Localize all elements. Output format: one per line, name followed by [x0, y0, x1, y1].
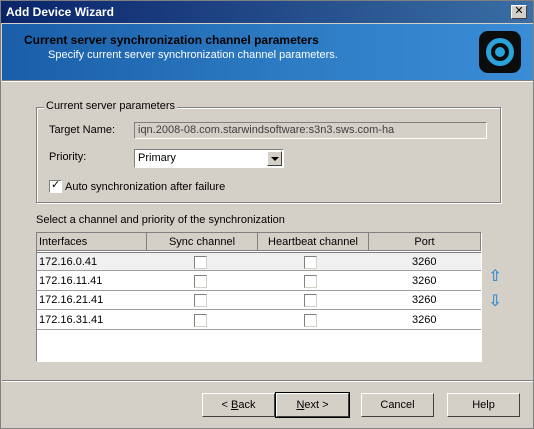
- sync-channel-checkbox[interactable]: [194, 294, 207, 307]
- wizard-header: Current server synchronization channel p…: [2, 24, 533, 80]
- arrow-up-icon[interactable]: ⇧: [487, 269, 503, 285]
- channel-caption: Select a channel and priority of the syn…: [36, 214, 285, 226]
- window-title: Add Device Wizard: [6, 5, 114, 19]
- priority-select[interactable]: Primary: [134, 149, 284, 168]
- footer-divider: [2, 380, 533, 382]
- back-prefix: <: [221, 399, 231, 411]
- sync-channel-checkbox[interactable]: [194, 275, 207, 288]
- port-cell: 3260: [412, 294, 437, 306]
- channels-table[interactable]: Interfaces Sync channel Heartbeat channe…: [36, 232, 482, 362]
- priority-selected-value: Primary: [138, 152, 176, 164]
- arrow-down-icon[interactable]: ⇩: [487, 294, 503, 310]
- chevron-down-icon[interactable]: [267, 151, 282, 166]
- target-name-field[interactable]: iqn.2008-08.com.starwindsoftware:s3n3.sw…: [134, 122, 487, 139]
- port-cell: 3260: [412, 314, 437, 326]
- target-name-label: Target Name:: [49, 124, 116, 136]
- close-button[interactable]: ✕: [511, 5, 527, 19]
- header-divider: [2, 80, 533, 82]
- starwind-logo-icon: [479, 31, 521, 73]
- column-header-sync-channel[interactable]: Sync channel: [147, 233, 258, 251]
- table-row[interactable]: 172.16.21.41 3260: [37, 291, 481, 310]
- cancel-button[interactable]: Cancel: [361, 393, 434, 417]
- heartbeat-channel-checkbox[interactable]: [304, 314, 317, 327]
- back-rest: ack: [238, 399, 256, 411]
- interface-cell: 172.16.31.41: [39, 314, 104, 326]
- priority-label: Priority:: [49, 151, 87, 163]
- port-cell: 3260: [412, 256, 437, 268]
- table-row[interactable]: 172.16.11.41 3260: [37, 272, 481, 291]
- auto-sync-checkbox[interactable]: [49, 179, 62, 193]
- column-header-heartbeat-channel[interactable]: Heartbeat channel: [258, 233, 369, 251]
- header-subtitle: Specify current server synchronization c…: [48, 49, 338, 61]
- title-bar[interactable]: Add Device Wizard ✕: [1, 1, 533, 23]
- header-title: Current server synchronization channel p…: [24, 33, 319, 47]
- column-header-port[interactable]: Port: [369, 233, 481, 251]
- heartbeat-channel-checkbox[interactable]: [304, 256, 317, 269]
- port-cell: 3260: [412, 275, 437, 287]
- group-legend: Current server parameters: [44, 100, 177, 112]
- interface-cell: 172.16.11.41: [39, 275, 103, 287]
- interface-cell: 172.16.0.41: [39, 256, 98, 268]
- heartbeat-channel-checkbox[interactable]: [304, 294, 317, 307]
- next-button[interactable]: Next >: [275, 392, 350, 418]
- heartbeat-channel-checkbox[interactable]: [304, 275, 317, 288]
- help-button[interactable]: Help: [447, 393, 520, 417]
- logo-dot: [495, 47, 505, 57]
- column-header-interfaces[interactable]: Interfaces: [37, 233, 147, 251]
- interface-cell: 172.16.21.41: [39, 294, 104, 306]
- next-rest: ext >: [304, 399, 329, 411]
- back-button[interactable]: < Back: [202, 393, 275, 417]
- table-row[interactable]: 172.16.31.41 3260: [37, 311, 481, 330]
- auto-sync-label[interactable]: Auto synchronization after failure: [65, 181, 225, 193]
- add-device-wizard-window: Add Device Wizard ✕ Current server synch…: [0, 0, 534, 429]
- sync-channel-checkbox[interactable]: [194, 314, 207, 327]
- table-row[interactable]: 172.16.0.41 3260: [37, 252, 481, 271]
- sync-channel-checkbox[interactable]: [194, 256, 207, 269]
